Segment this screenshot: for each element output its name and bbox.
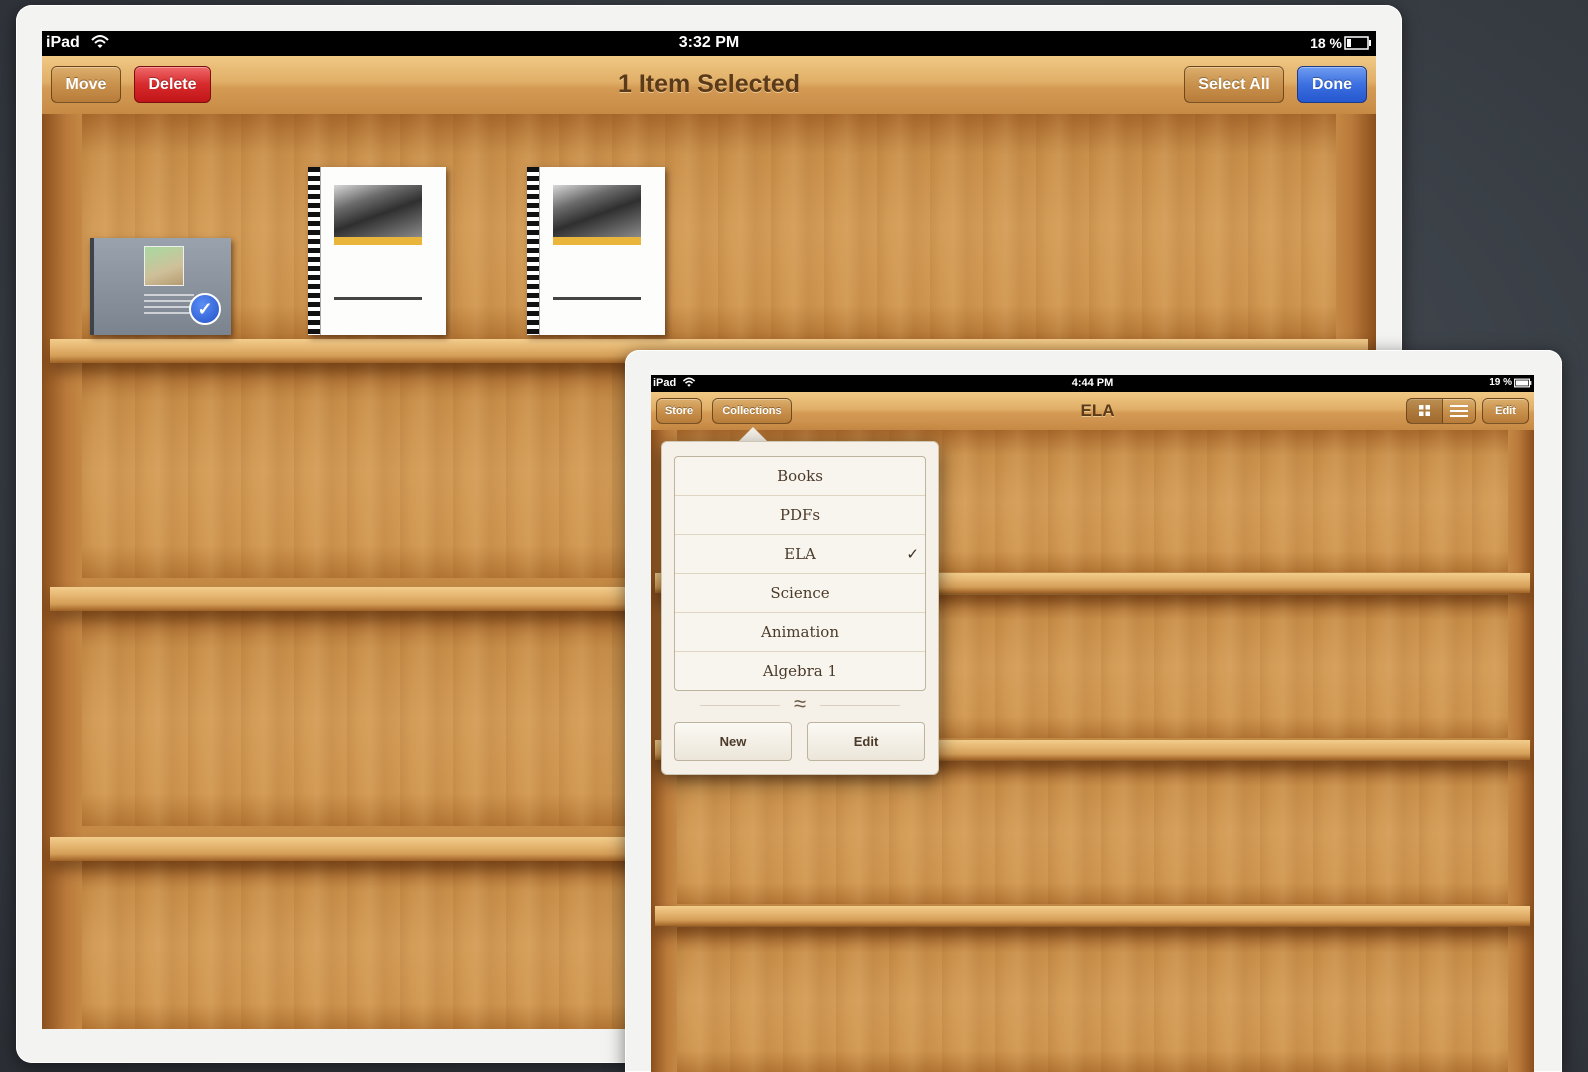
book-cover-footer [334, 297, 422, 300]
collection-item-label: Animation [761, 623, 839, 641]
collection-item-label: Books [777, 467, 823, 485]
book-cover-stripe [553, 237, 641, 245]
book-cover-image [553, 185, 641, 237]
page-title: ELA [1080, 401, 1115, 420]
shelf-bay [677, 927, 1508, 1072]
edit-collections-button[interactable]: Edit [807, 722, 925, 761]
collection-item-science[interactable]: Science [675, 573, 925, 612]
new-collection-button[interactable]: New [674, 722, 792, 761]
front-ipad-screen: iPad 4:44 PM 19 % Store Collections ELA [651, 375, 1534, 1072]
shelf-bay [82, 114, 1336, 339]
battery-icon [1514, 378, 1532, 391]
checkmark-icon: ✓ [906, 545, 919, 563]
book-pdf[interactable] [308, 167, 446, 335]
front-nav-bar: Store Collections ELA Edit [651, 392, 1534, 431]
book-cover-text [144, 294, 194, 316]
collections-list: Books PDFs ELA ✓ Science Animation Algebr… [674, 456, 926, 691]
clock: 4:44 PM [1071, 377, 1114, 389]
edit-button[interactable]: Edit [1482, 398, 1529, 424]
page-title: 1 Item Selected [617, 70, 801, 98]
front-status-bar: iPad 4:44 PM 19 % [651, 375, 1534, 392]
popover-arrow [739, 427, 767, 441]
battery-icon [1344, 36, 1372, 55]
collection-item-label: PDFs [779, 506, 821, 524]
book-cover-image [334, 185, 422, 237]
collection-item-label: Algebra 1 [762, 662, 838, 680]
collection-item-animation[interactable]: Animation [675, 612, 925, 651]
selected-checkmark-icon: ✓ [189, 293, 221, 325]
divider-flourish-icon: ≈ [780, 692, 820, 716]
shelf-plank [655, 906, 1530, 926]
slide-background: { "back_ipad": { "status": { "device": "… [0, 0, 1588, 1072]
done-button[interactable]: Done [1297, 66, 1367, 103]
list-view-icon[interactable] [1442, 399, 1476, 423]
back-nav-bar: Move Delete 1 Item Selected Select All D… [42, 56, 1376, 115]
book-cover-stripe [334, 237, 422, 245]
battery-percent: 19 % [1489, 377, 1512, 388]
collection-item-label: Science [770, 584, 830, 602]
book-cover-footer [553, 297, 641, 300]
battery-percent: 18 % [1310, 35, 1342, 51]
book-pdf[interactable] [527, 167, 665, 335]
spiral-binding [308, 167, 321, 335]
book-cover-image [144, 246, 184, 286]
collection-item-pdfs[interactable]: PDFs [675, 495, 925, 534]
grid-view-icon[interactable] [1407, 399, 1443, 423]
clock: 3:32 PM [678, 34, 740, 51]
shelf-side-left [42, 114, 82, 1029]
book-document-selected[interactable]: ✓ [90, 238, 231, 335]
spiral-binding [527, 167, 540, 335]
collections-popover: Books PDFs ELA ✓ Science Animation Algebr… [661, 441, 939, 775]
collection-item-books[interactable]: Books [675, 457, 925, 495]
back-status-bar: iPad 3:32 PM 18 % [42, 31, 1376, 56]
collection-item-algebra-1[interactable]: Algebra 1 [675, 651, 925, 690]
collection-item-label: ELA [784, 545, 816, 563]
shelf-bay [677, 761, 1508, 904]
collection-item-ela[interactable]: ELA ✓ [675, 534, 925, 573]
view-mode-segmented [1406, 398, 1476, 424]
select-all-button[interactable]: Select All [1184, 66, 1284, 103]
